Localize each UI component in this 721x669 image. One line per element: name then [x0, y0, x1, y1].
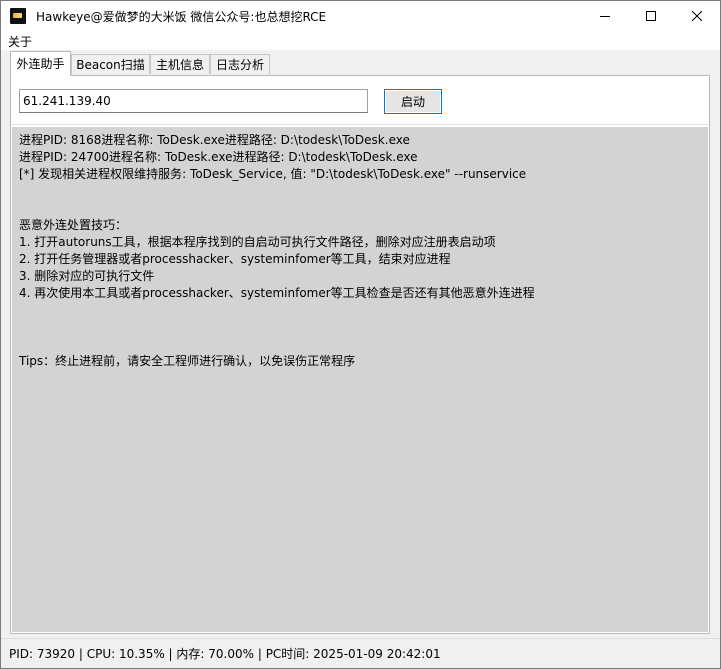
- output-log[interactable]: 进程PID: 8168进程名称: ToDesk.exe进程路径: D:\tode…: [12, 127, 708, 632]
- tab-log-analysis[interactable]: 日志分析: [210, 54, 270, 74]
- tab-panel: 启动 进程PID: 8168进程名称: ToDesk.exe进程路径: D:\t…: [10, 75, 710, 634]
- tab-host-info[interactable]: 主机信息: [150, 54, 210, 74]
- start-button[interactable]: 启动: [384, 89, 442, 114]
- output-line: 4. 再次使用本工具或者processhacker、systeminfomer等…: [19, 286, 535, 300]
- close-icon: [692, 11, 702, 21]
- output-line: [*] 发现相关进程权限维持服务: ToDesk_Service, 值: "D:…: [19, 167, 527, 181]
- output-line: 3. 删除对应的可执行文件: [19, 269, 155, 283]
- menu-item-about[interactable]: 关于: [8, 33, 32, 50]
- app-window: Hawkeye@爱做梦的大米饭 微信公众号:也总想挖RCE 关于 外连助手 Be…: [0, 0, 721, 669]
- minimize-button[interactable]: [582, 1, 628, 31]
- separator: [11, 124, 709, 125]
- tab-outbound-helper[interactable]: 外连助手: [10, 51, 71, 76]
- minimize-icon: [600, 16, 610, 17]
- menu-bar: 关于: [1, 31, 720, 50]
- tab-strip: 外连助手 Beacon扫描 主机信息 日志分析: [1, 51, 720, 76]
- output-line: 进程PID: 8168进程名称: ToDesk.exe进程路径: D:\tode…: [19, 133, 410, 147]
- maximize-button[interactable]: [628, 1, 674, 31]
- ip-input[interactable]: [19, 89, 368, 113]
- status-bar: PID: 73920 | CPU: 10.35% | 内存: 70.00% | …: [1, 638, 720, 668]
- output-line: 2. 打开任务管理器或者processhacker、systeminfomer等…: [19, 252, 451, 266]
- app-icon: [10, 8, 26, 24]
- status-text: PID: 73920 | CPU: 10.35% | 内存: 70.00% | …: [9, 647, 441, 661]
- output-line: 1. 打开autoruns工具，根据本程序找到的自启动可执行文件路径，删除对应注…: [19, 235, 496, 249]
- maximize-icon: [646, 11, 656, 21]
- close-button[interactable]: [674, 1, 720, 31]
- title-bar[interactable]: Hawkeye@爱做梦的大米饭 微信公众号:也总想挖RCE: [1, 1, 720, 31]
- tab-beacon-scan[interactable]: Beacon扫描: [71, 54, 150, 74]
- output-line: 进程PID: 24700进程名称: ToDesk.exe进程路径: D:\tod…: [19, 150, 418, 164]
- window-title: Hawkeye@爱做梦的大米饭 微信公众号:也总想挖RCE: [36, 10, 327, 24]
- output-line: Tips：终止进程前，请安全工程师进行确认，以免误伤正常程序: [19, 354, 356, 368]
- output-line: 恶意外连处置技巧：: [19, 218, 128, 232]
